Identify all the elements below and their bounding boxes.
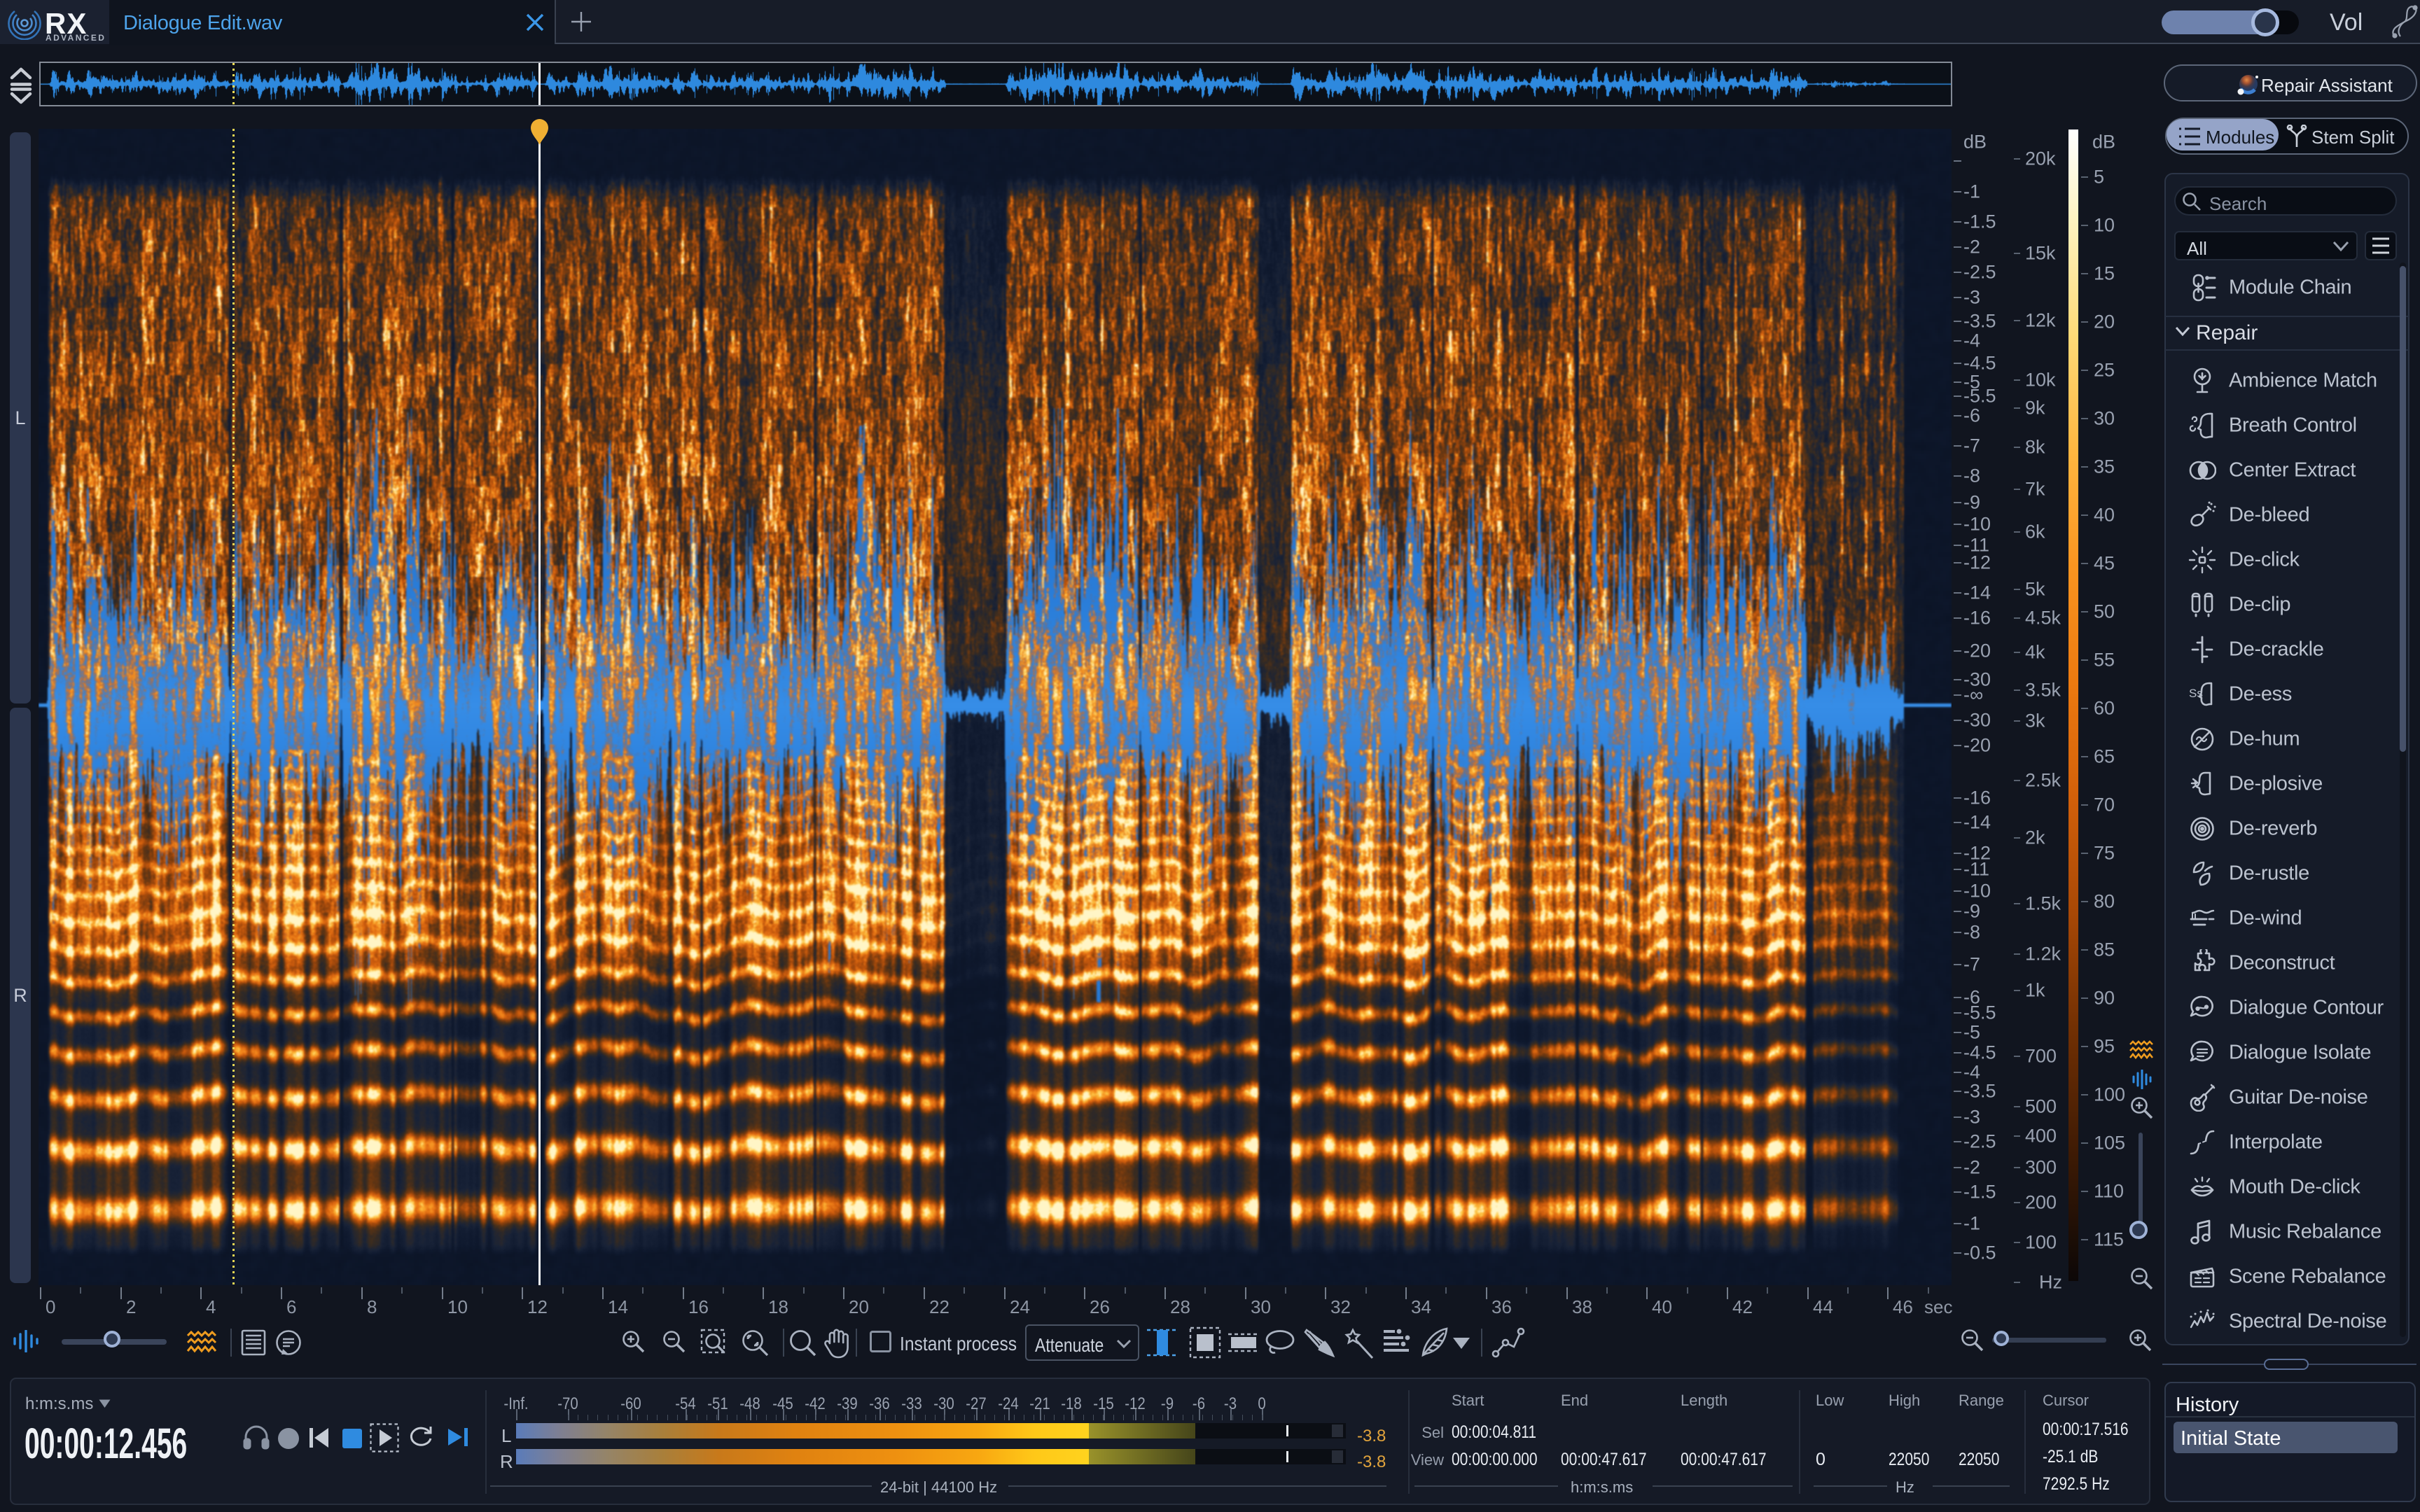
svg-text:Ss: Ss [2189,687,2203,700]
